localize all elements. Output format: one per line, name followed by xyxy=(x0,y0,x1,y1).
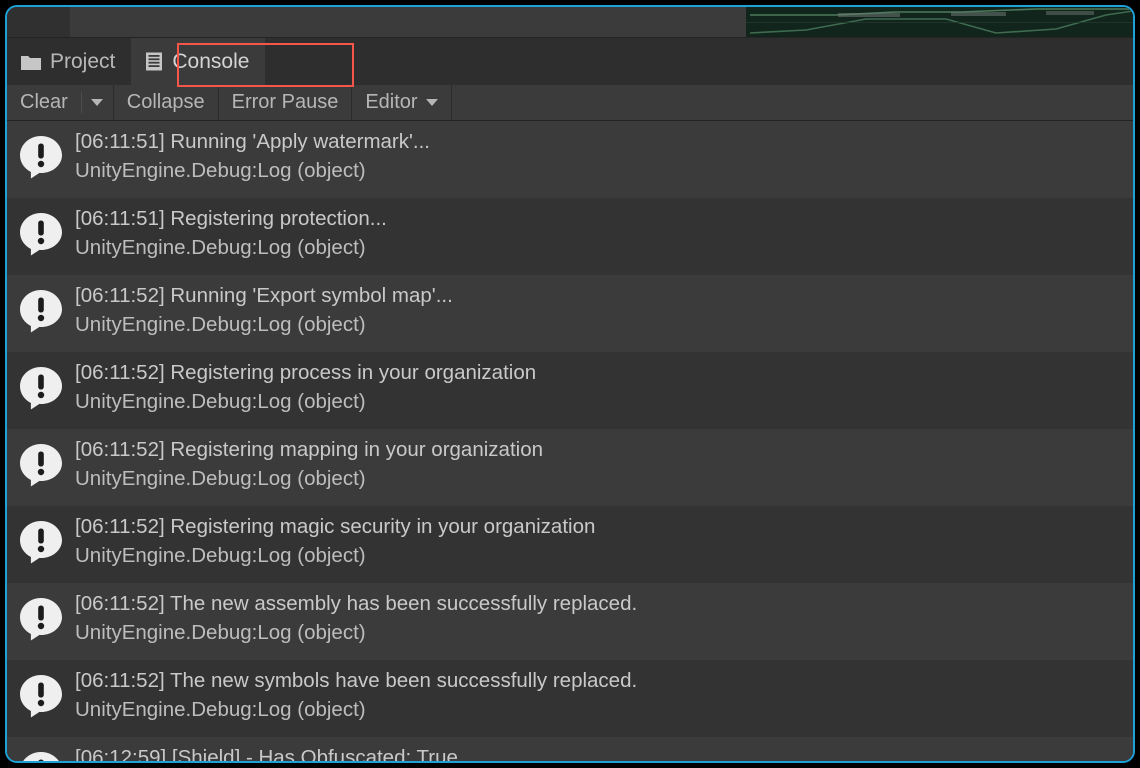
table-row[interactable]: [06:12:59] [Shield] - Has Obfuscated: Tr… xyxy=(7,737,1133,761)
log-info-icon xyxy=(7,282,75,334)
console-window-frame: Project Console Clear Collapse Error Pau… xyxy=(5,5,1135,763)
chevron-down-icon xyxy=(425,99,438,106)
log-entry-text: [06:11:52] Registering mapping in your o… xyxy=(75,436,1133,493)
toolbar-empty-space xyxy=(451,85,1133,120)
log-entry-text: [06:11:52] Running 'Export symbol map'..… xyxy=(75,282,1133,339)
table-row[interactable]: [06:11:52] Registering process in your o… xyxy=(7,352,1133,429)
log-info-icon xyxy=(7,205,75,257)
log-info-icon xyxy=(7,744,75,761)
table-row[interactable]: [06:11:52] The new assembly has been suc… xyxy=(7,583,1133,660)
table-row[interactable]: [06:11:52] Registering mapping in your o… xyxy=(7,429,1133,506)
collapse-button-label: Collapse xyxy=(126,91,205,113)
log-info-icon xyxy=(7,436,75,488)
tab-project[interactable]: Project xyxy=(7,38,132,85)
table-row[interactable]: [06:11:51] Running 'Apply watermark'... … xyxy=(7,121,1133,198)
table-row[interactable]: [06:11:52] Running 'Export symbol map'..… xyxy=(7,275,1133,352)
dock-tab-bar: Project Console xyxy=(7,38,1133,85)
editor-dropdown-button[interactable]: Editor xyxy=(352,85,452,120)
error-pause-button-label: Error Pause xyxy=(231,91,339,113)
log-source: UnityEngine.Debug:Log (object) xyxy=(75,621,366,644)
console-toolbar: Clear Collapse Error Pause Editor xyxy=(7,85,1133,121)
log-message: [06:11:52] The new assembly has been suc… xyxy=(75,592,638,615)
log-message: [06:12:59] [Shield] - Has Obfuscated: Tr… xyxy=(75,746,458,761)
upper-dock-middle-panel xyxy=(70,7,746,38)
clear-button[interactable]: Clear xyxy=(7,85,81,120)
tab-console-label: Console xyxy=(172,49,250,73)
document-lines-icon xyxy=(145,52,163,71)
log-info-icon xyxy=(7,359,75,411)
log-entry-text: [06:11:52] Registering magic security in… xyxy=(75,513,1133,570)
console-log-list[interactable]: [06:11:51] Running 'Apply watermark'... … xyxy=(7,121,1133,761)
log-info-icon xyxy=(7,590,75,642)
table-row[interactable]: [06:11:51] Registering protection... Uni… xyxy=(7,198,1133,275)
log-message: [06:11:51] Running 'Apply watermark'... xyxy=(75,130,430,153)
log-entry-text: [06:11:52] The new symbols have been suc… xyxy=(75,667,1133,724)
log-source: UnityEngine.Debug:Log (object) xyxy=(75,390,366,413)
log-entry-text: [06:12:59] [Shield] - Has Obfuscated: Tr… xyxy=(75,744,1133,761)
log-source: UnityEngine.Debug:Log (object) xyxy=(75,544,366,567)
log-entry-text: [06:11:51] Registering protection... Uni… xyxy=(75,205,1133,262)
log-source: UnityEngine.Debug:Log (object) xyxy=(75,467,366,490)
clear-button-label: Clear xyxy=(20,91,68,113)
log-entry-text: [06:11:52] Registering process in your o… xyxy=(75,359,1133,416)
log-message: [06:11:51] Registering protection... xyxy=(75,207,387,230)
log-message: [06:11:52] The new symbols have been suc… xyxy=(75,669,638,692)
log-message: [06:11:52] Registering process in your o… xyxy=(75,361,537,384)
table-row[interactable]: [06:11:52] Registering magic security in… xyxy=(7,506,1133,583)
clear-dropdown-button[interactable] xyxy=(80,85,114,120)
tab-project-label: Project xyxy=(50,49,116,73)
unity-editor-window: Project Console Clear Collapse Error Pau… xyxy=(0,0,1140,768)
upper-dock-left-panel xyxy=(7,7,70,38)
folder-icon xyxy=(21,54,41,70)
collapse-button[interactable]: Collapse xyxy=(113,85,219,120)
log-message: [06:11:52] Registering magic security in… xyxy=(75,515,596,538)
log-source: UnityEngine.Debug:Log (object) xyxy=(75,159,366,182)
editor-dropdown-label: Editor xyxy=(365,91,418,113)
log-source: UnityEngine.Debug:Log (object) xyxy=(75,698,366,721)
log-entry-text: [06:11:52] The new assembly has been suc… xyxy=(75,590,1133,647)
log-info-icon xyxy=(7,667,75,719)
log-entry-text: [06:11:51] Running 'Apply watermark'... … xyxy=(75,128,1133,185)
log-message: [06:11:52] Running 'Export symbol map'..… xyxy=(75,284,453,307)
log-source: UnityEngine.Debug:Log (object) xyxy=(75,236,366,259)
log-source: UnityEngine.Debug:Log (object) xyxy=(75,313,366,336)
profiler-graph-sliver xyxy=(746,7,1133,38)
tab-console[interactable]: Console xyxy=(131,38,266,85)
log-message: [06:11:52] Registering mapping in your o… xyxy=(75,438,543,461)
error-pause-button[interactable]: Error Pause xyxy=(218,85,353,120)
log-info-icon xyxy=(7,128,75,180)
log-info-icon xyxy=(7,513,75,565)
upper-dock-strip xyxy=(7,7,1133,38)
chevron-down-icon xyxy=(90,99,103,106)
table-row[interactable]: [06:11:52] The new symbols have been suc… xyxy=(7,660,1133,737)
